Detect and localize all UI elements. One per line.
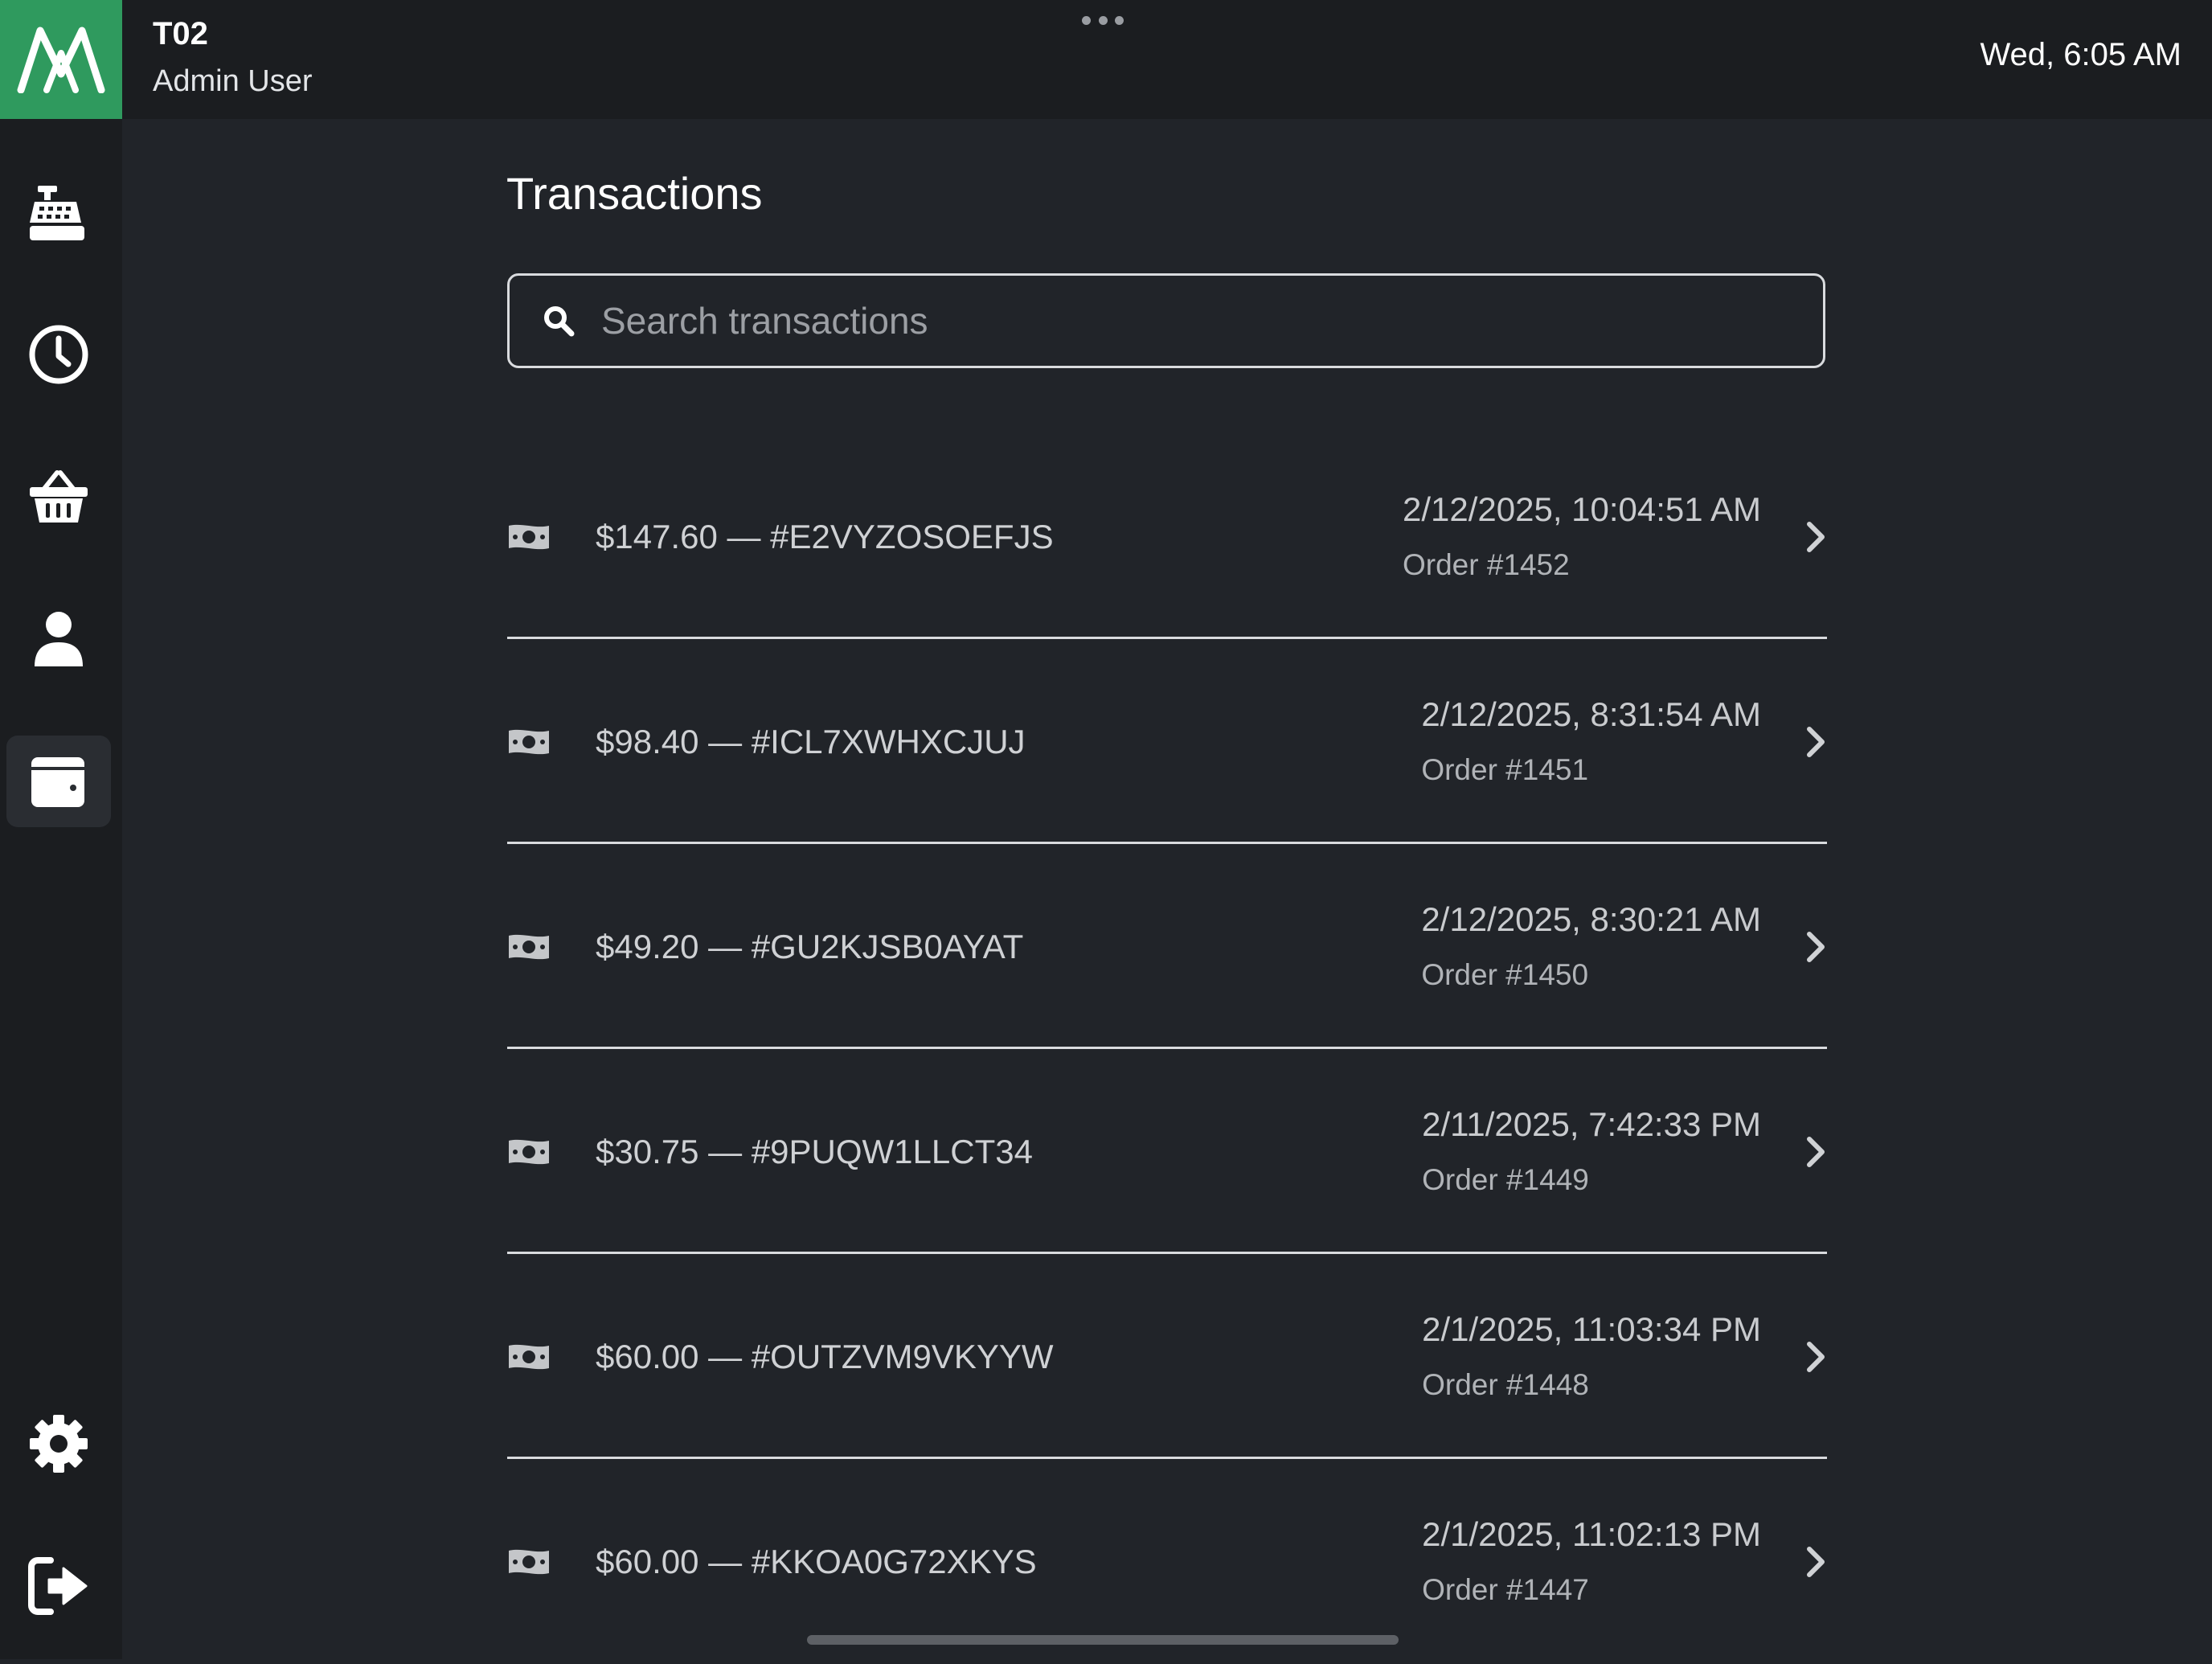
sidebar-item-history[interactable] [6, 309, 111, 400]
sidebar-item-customers[interactable] [6, 593, 111, 685]
transaction-row[interactable]: $60.00 — #OUTZVM9VKYYW 2/1/2025, 11:03:3… [507, 1254, 1827, 1459]
transaction-order: Order #1448 [1422, 1368, 1589, 1401]
chevron-right-icon [1807, 727, 1825, 757]
chevron-right-icon [1807, 932, 1825, 962]
transaction-amount-ref: $49.20 — #GU2KJSB0AYAT [596, 928, 1024, 965]
top-bar: T02 Admin User Wed, 6:05 AM [0, 0, 2212, 119]
transaction-amount-ref: $60.00 — #OUTZVM9VKYYW [596, 1338, 1054, 1375]
transaction-amount-ref: $30.75 — #9PUQW1LLCT34 [596, 1133, 1033, 1170]
transaction-datetime: 2/1/2025, 11:02:13 PM [1422, 1515, 1761, 1553]
logo-icon [17, 27, 105, 93]
home-indicator[interactable] [807, 1635, 1399, 1645]
sidebar-item-transactions[interactable] [6, 736, 111, 827]
transaction-amount-ref: $98.40 — #ICL7XWHXCJUJ [596, 723, 1026, 760]
transaction-row[interactable]: $98.40 — #ICL7XWHXCJUJ 2/12/2025, 8:31:5… [507, 639, 1827, 844]
cash-icon [509, 1344, 549, 1370]
sign-out-icon [28, 1557, 88, 1615]
transaction-order: Order #1447 [1422, 1573, 1589, 1606]
transaction-order: Order #1450 [1421, 958, 1589, 991]
app-logo [0, 0, 122, 119]
more-options-icon[interactable] [1082, 14, 1124, 26]
cash-icon [509, 729, 549, 755]
terminal-name: T02 [153, 16, 208, 51]
cash-icon [509, 524, 549, 550]
sidebar [0, 119, 122, 1659]
transactions-list: $147.60 — #E2VYZOSOEFJS 2/12/2025, 10:04… [507, 434, 1827, 1664]
transaction-row[interactable]: $30.75 — #9PUQW1LLCT34 2/11/2025, 7:42:3… [507, 1049, 1827, 1254]
cash-register-icon [30, 186, 84, 240]
transaction-datetime: 2/12/2025, 8:30:21 AM [1421, 900, 1761, 938]
basket-icon [30, 470, 88, 523]
transaction-row[interactable]: $49.20 — #GU2KJSB0AYAT 2/12/2025, 8:30:2… [507, 844, 1827, 1049]
cash-icon [509, 1139, 549, 1165]
search-input[interactable] [600, 298, 1823, 343]
user-name: Admin User [153, 64, 313, 98]
sidebar-item-register[interactable] [6, 167, 111, 259]
transaction-datetime: 2/12/2025, 8:31:54 AM [1421, 695, 1761, 733]
chevron-right-icon [1807, 1342, 1825, 1372]
sidebar-item-orders[interactable] [6, 451, 111, 543]
gear-icon [30, 1415, 88, 1473]
page-title: Transactions [506, 168, 763, 219]
transaction-order: Order #1452 [1402, 548, 1570, 581]
search-bar[interactable] [507, 273, 1825, 368]
transaction-order: Order #1451 [1421, 753, 1589, 786]
transaction-order: Order #1449 [1422, 1163, 1589, 1196]
transaction-row[interactable]: $60.00 — #KKOA0G72XKYS 2/1/2025, 11:02:1… [507, 1459, 1827, 1664]
user-icon [35, 612, 83, 666]
clock-icon [29, 325, 88, 384]
transaction-row[interactable]: $147.60 — #E2VYZOSOEFJS 2/12/2025, 10:04… [507, 434, 1827, 639]
cash-icon [509, 934, 549, 960]
transaction-amount-ref: $147.60 — #E2VYZOSOEFJS [596, 518, 1054, 555]
chevron-right-icon [1807, 1137, 1825, 1167]
sidebar-item-settings[interactable] [6, 1398, 111, 1490]
search-icon [544, 306, 575, 337]
chevron-right-icon [1807, 1547, 1825, 1577]
clock: Wed, 6:05 AM [1980, 37, 2181, 72]
sidebar-item-sign-out[interactable] [6, 1540, 111, 1632]
cash-icon [509, 1549, 549, 1575]
transaction-datetime: 2/12/2025, 10:04:51 AM [1402, 490, 1761, 528]
transaction-datetime: 2/1/2025, 11:03:34 PM [1422, 1310, 1761, 1348]
transaction-datetime: 2/11/2025, 7:42:33 PM [1422, 1105, 1761, 1143]
wallet-icon [31, 757, 84, 807]
transaction-amount-ref: $60.00 — #KKOA0G72XKYS [596, 1543, 1037, 1580]
chevron-right-icon [1807, 522, 1825, 552]
